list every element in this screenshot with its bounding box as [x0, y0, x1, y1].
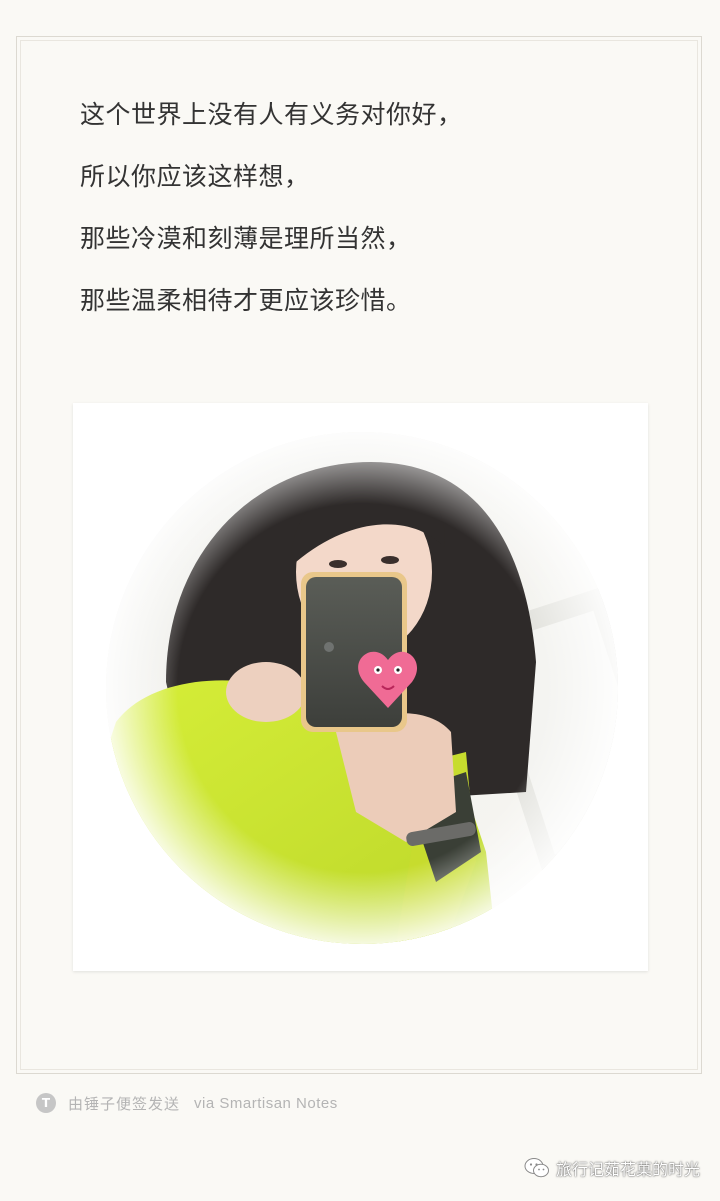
selfie-illustration: [106, 432, 618, 944]
footer: T 由锤子便签发送 via Smartisan Notes: [36, 1091, 338, 1115]
note-line-1: 这个世界上没有人有义务对你好，: [80, 100, 463, 129]
wechat-icon: [524, 1158, 549, 1178]
footer-via-text: via Smartisan Notes: [194, 1094, 338, 1112]
note-line-4: 那些温柔相待才更应该珍惜。: [80, 286, 412, 315]
note-line-3: 那些冷漠和刻薄是理所当然，: [80, 224, 412, 253]
wechat-watermark: 旅行记茹花菓的时光: [524, 1156, 700, 1180]
circular-selfie-photo: [106, 432, 618, 944]
footer-sent-text: 由锤子便签发送: [68, 1094, 181, 1113]
smartisan-logo-icon: T: [36, 1093, 56, 1113]
note-text: 这个世界上没有人有义务对你好， 所以你应该这样想， 那些冷漠和刻薄是理所当然， …: [80, 92, 660, 340]
photo-card: [73, 403, 648, 971]
watermark-text: 旅行记茹花菓的时光: [555, 1160, 700, 1179]
note-line-2: 所以你应该这样想，: [80, 162, 310, 191]
